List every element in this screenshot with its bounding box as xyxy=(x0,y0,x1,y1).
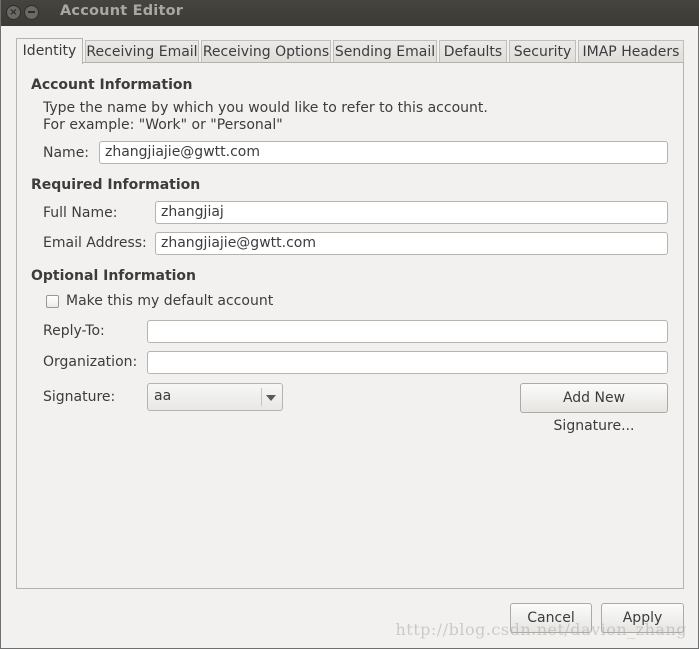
signature-label: Signature: xyxy=(43,389,116,405)
organization-label: Organization: xyxy=(43,354,138,370)
reply-to-label: Reply-To: xyxy=(43,323,105,339)
required-information-heading: Required Information xyxy=(31,177,201,193)
account-editor-window: × Account Editor Identity Receiving Emai… xyxy=(0,0,699,649)
combo-separator xyxy=(261,388,262,406)
optional-information-heading: Optional Information xyxy=(31,268,197,284)
minimize-icon[interactable] xyxy=(24,5,39,20)
window-title: Account Editor xyxy=(60,3,184,19)
name-label: Name: xyxy=(43,145,90,161)
account-information-heading: Account Information xyxy=(31,77,193,93)
tab-defaults[interactable]: Defaults xyxy=(439,40,507,62)
tab-receiving-email[interactable]: Receiving Email xyxy=(85,40,199,62)
full-name-label: Full Name: xyxy=(43,205,118,221)
account-description-line1: Type the name by which you would like to… xyxy=(43,100,488,116)
organization-field[interactable] xyxy=(147,351,668,374)
close-icon[interactable]: × xyxy=(6,5,21,20)
tab-receiving-options[interactable]: Receiving Options xyxy=(201,40,331,62)
tab-security[interactable]: Security xyxy=(509,40,576,62)
signature-value: aa xyxy=(154,388,172,404)
tab-imap-headers[interactable]: IMAP Headers xyxy=(578,40,684,62)
default-account-checkbox[interactable] xyxy=(46,295,59,308)
chevron-down-icon xyxy=(266,395,276,401)
add-new-signature-button[interactable]: Add New Signature... xyxy=(520,383,668,434)
title-bar: × Account Editor xyxy=(1,0,699,26)
email-address-field[interactable]: zhangjiajie@gwtt.com xyxy=(155,232,668,255)
email-address-label: Email Address: xyxy=(43,235,147,251)
full-name-field[interactable]: zhangjiaj xyxy=(155,201,668,224)
name-field[interactable]: zhangjiajie@gwtt.com xyxy=(99,141,668,164)
account-description-line2: For example: "Work" or "Personal" xyxy=(43,117,283,133)
default-account-label[interactable]: Make this my default account xyxy=(66,293,273,309)
reply-to-field[interactable] xyxy=(147,320,668,343)
tab-sending-email[interactable]: Sending Email xyxy=(333,40,437,62)
signature-select[interactable]: aa xyxy=(147,383,283,411)
tab-identity[interactable]: Identity xyxy=(16,38,83,64)
watermark-text: http://blog.csdn.net/davion_zhang xyxy=(395,620,687,639)
